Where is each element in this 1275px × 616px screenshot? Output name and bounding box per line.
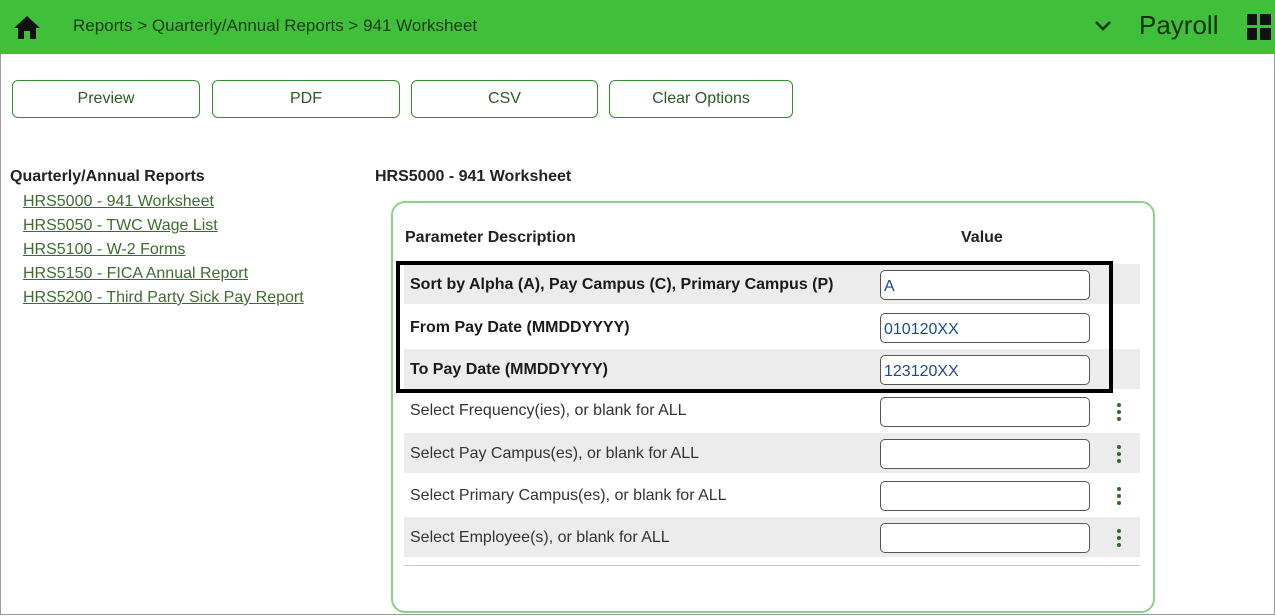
- csv-button[interactable]: CSV: [411, 80, 598, 118]
- param-label-primary-campus: Select Primary Campus(es), or blank for …: [410, 487, 727, 504]
- param-label-frequency: Select Frequency(ies), or blank for ALL: [410, 402, 687, 419]
- preview-button[interactable]: Preview: [12, 80, 200, 118]
- highlight-box: [396, 261, 1113, 393]
- sidebar-link-hrs5000[interactable]: HRS5000 - 941 Worksheet: [23, 193, 214, 211]
- employee-lookup-icon[interactable]: [1114, 529, 1124, 547]
- sidebar-link-hrs5050[interactable]: HRS5050 - TWC Wage List: [23, 217, 218, 235]
- primary-campus-lookup-icon[interactable]: [1114, 487, 1124, 505]
- clear-options-button[interactable]: Clear Options: [609, 80, 793, 118]
- sidebar-heading: Quarterly/Annual Reports: [10, 168, 205, 185]
- chevron-down-icon[interactable]: [1092, 14, 1114, 36]
- pay-campus-input[interactable]: [880, 439, 1090, 469]
- sidebar-link-hrs5200[interactable]: HRS5200 - Third Party Sick Pay Report: [23, 289, 304, 307]
- breadcrumb[interactable]: Reports > Quarterly/Annual Reports > 941…: [73, 16, 477, 36]
- primary-campus-input[interactable]: [880, 481, 1090, 511]
- sidebar-link-hrs5150[interactable]: HRS5150 - FICA Annual Report: [23, 265, 248, 283]
- sidebar-link-hrs5100[interactable]: HRS5100 - W-2 Forms: [23, 241, 185, 259]
- frequency-lookup-icon[interactable]: [1114, 403, 1124, 421]
- pdf-button[interactable]: PDF: [212, 80, 400, 118]
- employee-input[interactable]: [880, 523, 1090, 553]
- module-name: Payroll: [1139, 10, 1219, 40]
- pay-campus-lookup-icon[interactable]: [1114, 445, 1124, 463]
- table-bottom-divider: [404, 565, 1140, 566]
- param-label-employee: Select Employee(s), or blank for ALL: [410, 529, 670, 546]
- app-grid-icon[interactable]: [1247, 14, 1271, 40]
- page-title: HRS5000 - 941 Worksheet: [375, 168, 572, 185]
- frequency-input[interactable]: [880, 397, 1090, 427]
- top-bar: Reports > Quarterly/Annual Reports > 941…: [0, 0, 1275, 54]
- param-label-pay-campus: Select Pay Campus(es), or blank for ALL: [410, 445, 700, 462]
- column-header-value: Value: [961, 229, 1003, 246]
- column-header-description: Parameter Description: [405, 229, 576, 246]
- home-icon[interactable]: [12, 12, 42, 42]
